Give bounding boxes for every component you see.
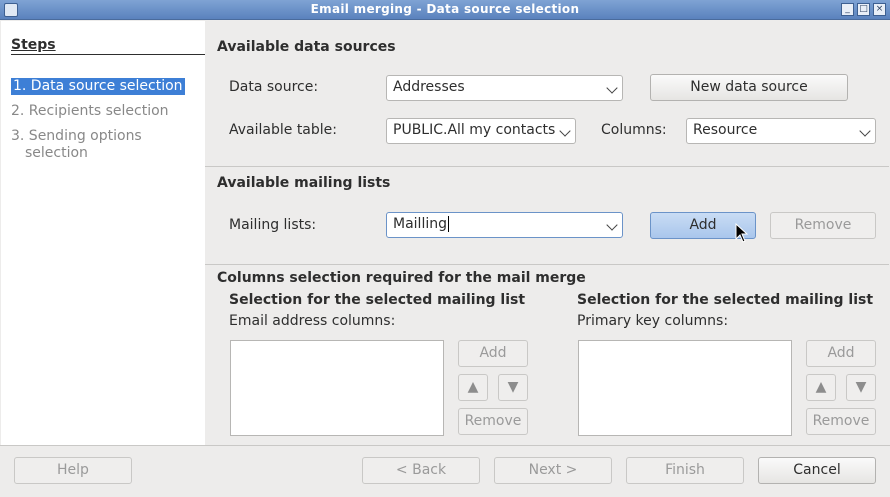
data-source-label: Data source: [229, 79, 319, 95]
mouse-pointer-icon [735, 223, 749, 243]
mailing-lists-combobox[interactable]: Mailling [386, 212, 623, 238]
window-title: Email merging - Data source selection [310, 2, 580, 16]
email-columns-subheading: Selection for the selected mailing list [229, 292, 526, 308]
steps-divider [11, 54, 205, 55]
data-source-select[interactable]: Addresses [386, 75, 623, 101]
steps-panel: Steps 1. Data source selection 2. Recipi… [1, 21, 205, 445]
available-table-label: Available table: [229, 122, 337, 138]
help-button[interactable]: Help [14, 457, 132, 484]
data-source-value: Addresses [393, 79, 465, 95]
text-caret [447, 216, 449, 232]
primary-key-add-button[interactable]: Add [806, 340, 876, 367]
mailing-lists-label: Mailing lists: [229, 217, 317, 233]
email-address-columns-label: Email address columns: [229, 313, 396, 329]
finish-button[interactable]: Finish [626, 457, 744, 484]
chevron-down-icon [606, 219, 618, 231]
next-button[interactable]: Next > [494, 457, 612, 484]
move-down-icon[interactable]: ▼ [498, 374, 528, 401]
columns-selection-heading: Columns selection required for the mail … [217, 270, 586, 286]
columns-value: Resource [693, 122, 758, 138]
primary-key-columns-label: Primary key columns: [577, 313, 729, 329]
data-sources-heading: Available data sources [217, 39, 396, 55]
email-columns-add-button[interactable]: Add [458, 340, 528, 367]
steps-title: Steps [11, 37, 56, 53]
step-sending-options-selection[interactable]: 3. Sending options [11, 128, 142, 145]
move-up-icon[interactable]: ▲ [806, 374, 836, 401]
move-up-icon[interactable]: ▲ [458, 374, 488, 401]
primary-key-remove-button[interactable]: Remove [806, 408, 876, 435]
chevron-down-icon [559, 125, 571, 137]
available-table-select[interactable]: PUBLIC.All my contacts [386, 118, 576, 144]
title-bar: Email merging - Data source selection _ … [0, 0, 890, 20]
step-sending-options-selection-cont[interactable]: selection [25, 145, 88, 162]
columns-select[interactable]: Resource [686, 118, 876, 144]
section-divider [205, 264, 889, 265]
available-table-value: PUBLIC.All my contacts [393, 122, 556, 138]
chevron-down-icon [859, 125, 871, 137]
close-icon[interactable]: × [873, 3, 886, 16]
email-columns-remove-button[interactable]: Remove [458, 408, 528, 435]
main-content: Available data sources Data source: Addr… [205, 21, 889, 445]
move-down-icon[interactable]: ▼ [846, 374, 876, 401]
primary-key-subheading: Selection for the selected mailing list [577, 292, 874, 308]
mailing-lists-value: Mailling [393, 216, 447, 232]
new-data-source-button[interactable]: New data source [650, 74, 848, 101]
maximize-icon[interactable]: □ [857, 3, 870, 16]
step-data-source-selection[interactable]: 1. Data source selection [11, 78, 185, 95]
minimize-icon[interactable]: _ [841, 3, 854, 16]
section-divider [205, 166, 889, 167]
columns-label: Columns: [601, 122, 667, 138]
step-recipients-selection[interactable]: 2. Recipients selection [11, 103, 169, 120]
mailing-lists-heading: Available mailing lists [217, 175, 391, 191]
footer-divider [0, 445, 890, 446]
back-button[interactable]: < Back [362, 457, 480, 484]
cancel-button[interactable]: Cancel [758, 457, 876, 484]
chevron-down-icon [606, 82, 618, 94]
primary-key-columns-list[interactable] [578, 340, 792, 436]
remove-mailing-list-button[interactable]: Remove [770, 212, 876, 239]
email-address-columns-list[interactable] [230, 340, 444, 436]
